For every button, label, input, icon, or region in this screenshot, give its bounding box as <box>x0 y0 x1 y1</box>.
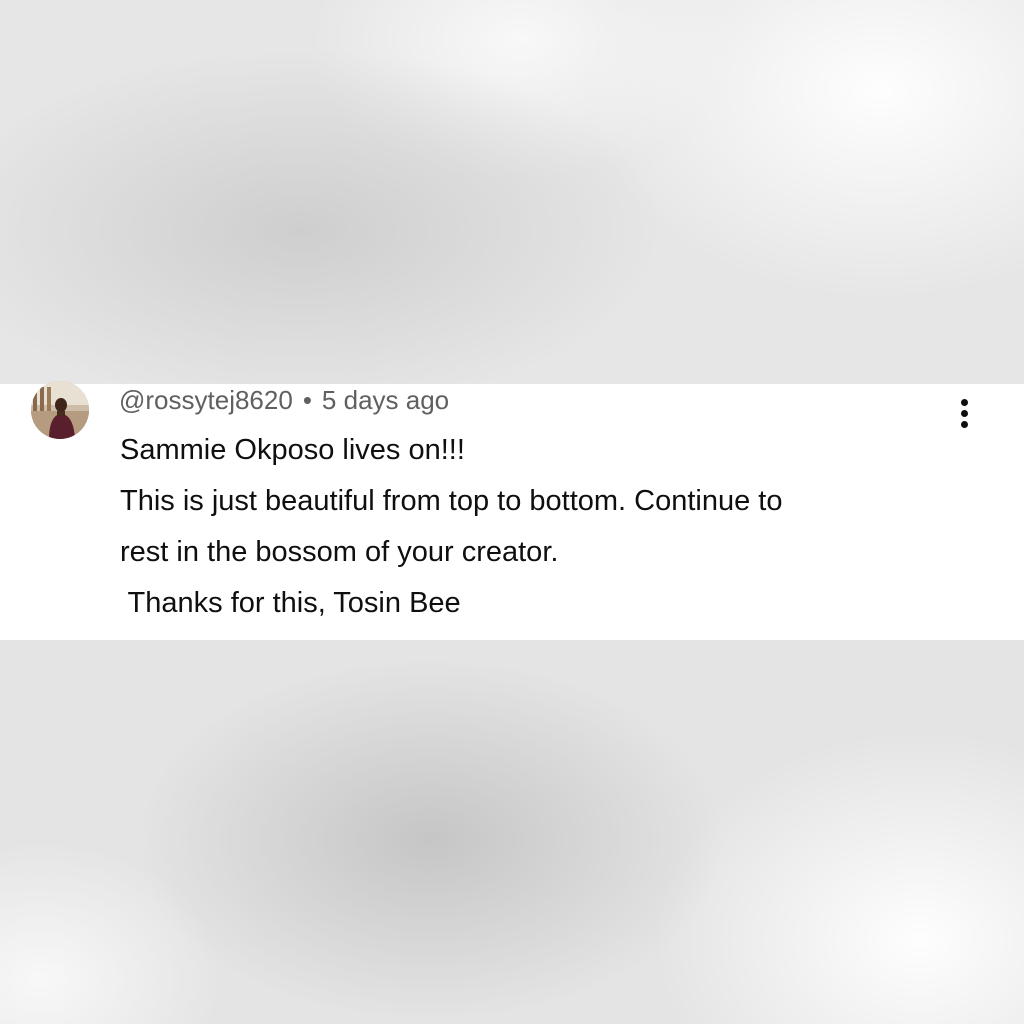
avatar-photo-icon <box>31 381 89 439</box>
author-handle[interactable]: @rossytej8620 <box>119 385 293 415</box>
comment-line: Sammie Okposo lives on!!! <box>120 434 465 466</box>
comment-line: rest in the bossom of your creator. <box>120 536 559 568</box>
comment-timestamp[interactable]: 5 days ago <box>322 385 449 415</box>
more-vertical-icon <box>961 399 968 406</box>
comment-line: This is just beautiful from top to botto… <box>120 485 783 517</box>
avatar[interactable] <box>31 381 89 439</box>
comment-body: Sammie Okposo lives on!!! This is just b… <box>120 425 980 629</box>
separator-dot: • <box>302 385 312 415</box>
comment-line: Thanks for this, Tosin Bee <box>120 587 461 619</box>
more-vertical-icon <box>961 410 968 417</box>
blurred-background-bottom <box>0 640 1024 1024</box>
comment-header: @rossytej8620 • 5 days ago <box>119 384 449 416</box>
more-options-button[interactable] <box>948 394 982 432</box>
blurred-background-top <box>0 0 1024 384</box>
more-vertical-icon <box>961 421 968 428</box>
